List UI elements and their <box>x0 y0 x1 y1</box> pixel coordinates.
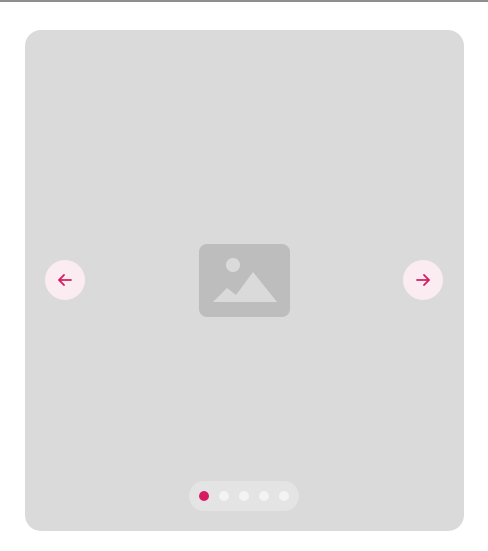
next-slide-button[interactable] <box>403 260 443 300</box>
pagination-dot[interactable] <box>239 491 249 501</box>
pagination-dot-active[interactable] <box>199 491 209 501</box>
pagination-dot[interactable] <box>259 491 269 501</box>
pagination-dot[interactable] <box>219 491 229 501</box>
top-divider <box>0 0 488 2</box>
arrow-left-icon <box>58 274 72 286</box>
pagination-dots <box>189 481 299 511</box>
image-carousel <box>25 30 464 531</box>
image-placeholder-icon <box>199 244 290 317</box>
pagination-dot[interactable] <box>279 491 289 501</box>
arrow-right-icon <box>416 274 430 286</box>
previous-slide-button[interactable] <box>45 260 85 300</box>
